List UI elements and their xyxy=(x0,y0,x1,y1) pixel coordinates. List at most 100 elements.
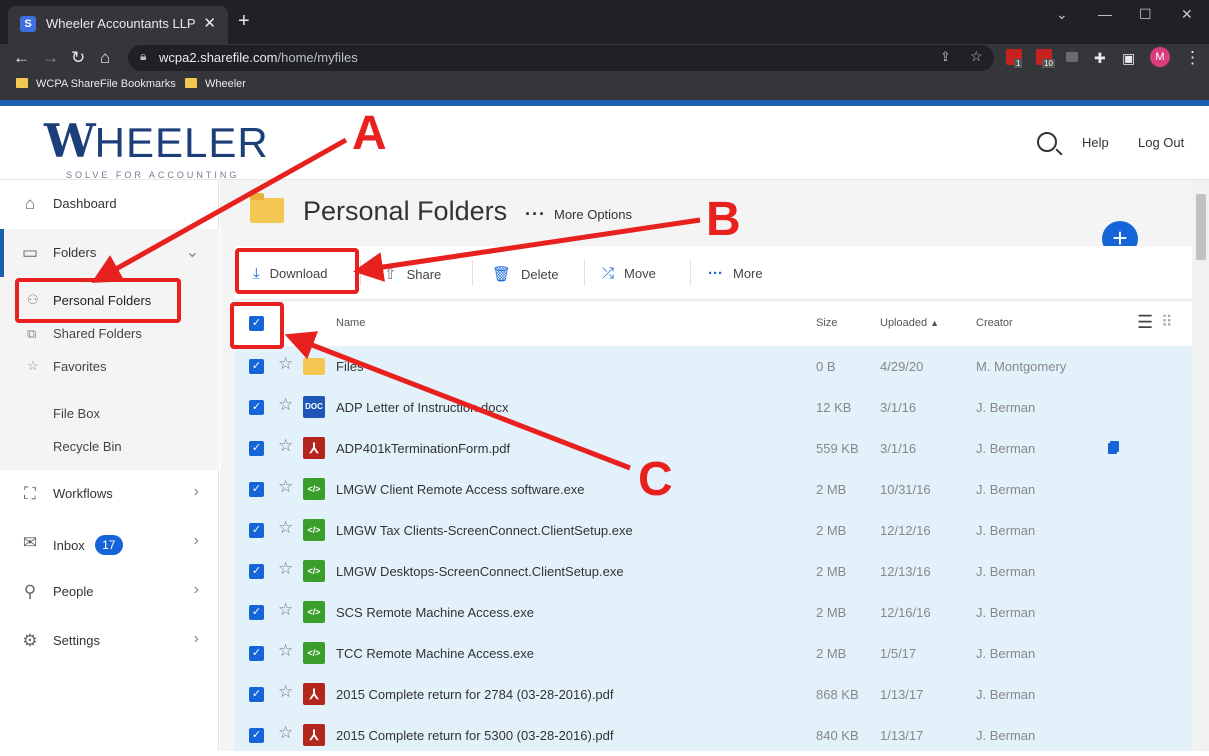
favorite-star-icon[interactable]: ☆ xyxy=(278,355,293,373)
file-name[interactable]: 2015 Complete return for 2784 (03-28-201… xyxy=(336,687,614,702)
favorite-star-icon[interactable]: ☆ xyxy=(278,601,293,619)
browser-tab[interactable]: S Wheeler Accountants LLP ✕ xyxy=(8,6,228,44)
favorite-star-icon[interactable]: ☆ xyxy=(278,642,293,660)
favorite-star-icon[interactable]: ☆ xyxy=(278,724,293,742)
bookmark-folder[interactable]: Wheeler xyxy=(185,78,246,90)
reload-icon[interactable]: ↻ xyxy=(71,47,85,69)
favorite-star-icon[interactable]: ☆ xyxy=(278,396,293,414)
bookmark-folder[interactable]: WCPA ShareFile Bookmarks xyxy=(16,78,176,90)
bookmark-star-icon[interactable]: ☆ xyxy=(970,48,983,65)
side-panel-icon[interactable]: ▣ xyxy=(1122,47,1135,69)
share-page-icon[interactable]: ⇪ xyxy=(940,49,951,65)
table-row[interactable]: ✓ ☆ ⅄ 2015 Complete return for 2784 (03-28-… xyxy=(235,674,1192,715)
file-name[interactable]: LMGW Client Remote Access software.exe xyxy=(336,482,585,497)
file-name[interactable]: SCS Remote Machine Access.exe xyxy=(336,605,534,620)
search-icon[interactable] xyxy=(1037,132,1057,152)
file-name[interactable]: TCC Remote Machine Access.exe xyxy=(336,646,534,661)
favorite-star-icon[interactable]: ☆ xyxy=(278,519,293,537)
row-checkbox[interactable]: ✓ xyxy=(249,687,264,702)
sidebar-item-recycle-bin[interactable]: Recycle Bin xyxy=(53,439,122,454)
favorite-star-icon[interactable]: ☆ xyxy=(278,560,293,578)
more-label: More xyxy=(733,266,763,281)
logout-link[interactable]: Log Out xyxy=(1138,135,1184,150)
file-name[interactable]: Files xyxy=(336,359,363,374)
row-checkbox[interactable]: ✓ xyxy=(249,728,264,743)
row-checkbox[interactable]: ✓ xyxy=(249,646,264,661)
company-logo[interactable]: WHEELER SOLVE FOR ACCOUNTING xyxy=(44,114,269,180)
window-close-icon[interactable]: ✕ xyxy=(1181,6,1193,23)
table-row[interactable]: ✓ ☆ ⅄ 2015 Complete return for 5300 (03-28-… xyxy=(235,715,1192,756)
sidebar-item-favorites[interactable]: Favorites xyxy=(53,359,106,374)
share-button[interactable]: ⇧ Share xyxy=(384,265,441,283)
sidebar-item-personal-folders[interactable]: Personal Folders xyxy=(53,293,151,308)
more-options-button[interactable]: ··· More Options xyxy=(525,204,632,225)
folder-icon xyxy=(303,358,325,375)
file-name[interactable]: LMGW Tax Clients-ScreenConnect.ClientSet… xyxy=(336,523,633,538)
browser-menu-icon[interactable]: ⋮ xyxy=(1184,47,1201,69)
url-input[interactable]: 🔒︎ wcpa2.sharefile.com/home/myfiles ⇪ ☆ xyxy=(128,45,994,71)
file-name[interactable]: ADP401kTerminationForm.pdf xyxy=(336,441,510,456)
file-name[interactable]: 2015 Complete return for 5300 (03-28-201… xyxy=(336,728,614,743)
maximize-icon[interactable]: ☐ xyxy=(1139,6,1152,23)
favorite-star-icon[interactable]: ☆ xyxy=(278,683,293,701)
sidebar-item-people[interactable]: ⚲ People › xyxy=(0,568,219,616)
table-row[interactable]: ✓ ☆ DOC ADP Letter of Instruction.docx 12 KB… xyxy=(235,387,1192,428)
row-checkbox[interactable]: ✓ xyxy=(249,400,264,415)
sidebar-item-dashboard[interactable]: ⌂ Dashboard xyxy=(0,180,219,228)
home-icon[interactable]: ⌂ xyxy=(100,47,110,69)
tab-search-icon[interactable]: ⌄ xyxy=(1056,6,1068,23)
row-checkbox[interactable]: ✓ xyxy=(249,564,264,579)
sidebar-item-label: Folders xyxy=(53,245,97,260)
row-checkbox[interactable]: ✓ xyxy=(249,605,264,620)
tab-close-icon[interactable]: ✕ xyxy=(203,14,216,32)
table-row[interactable]: ✓ ☆ Files 0 B 4/29/20 M. Montgomery xyxy=(235,346,1192,387)
file-name[interactable]: ADP Letter of Instruction.docx xyxy=(336,400,508,415)
more-button[interactable]: ··· More xyxy=(708,265,763,282)
sidebar-item-file-box[interactable]: File Box xyxy=(53,406,100,421)
column-header-uploaded[interactable]: Uploaded ▲ xyxy=(880,317,939,329)
extensions-puzzle-icon[interactable]: ✚ xyxy=(1094,47,1106,69)
sidebar-item-folders[interactable]: ▭ Folders ⌄ xyxy=(0,229,219,277)
help-link[interactable]: Help xyxy=(1082,135,1109,150)
download-button[interactable]: ⤓ Download xyxy=(253,265,327,282)
row-checkbox[interactable]: ✓ xyxy=(249,523,264,538)
table-row[interactable]: ✓ ☆ ⅄ ADP401kTerminationForm.pdf 559 KB 3/1/1… xyxy=(235,428,1192,469)
move-button[interactable]: ⤮ Move xyxy=(602,265,656,282)
chevron-down-icon[interactable]: ⌄ xyxy=(186,242,199,262)
copy-link-icon[interactable] xyxy=(1110,441,1119,452)
grid-view-icon[interactable]: ⠿ xyxy=(1161,312,1173,332)
exe-file-icon: </> xyxy=(303,519,325,541)
forward-icon[interactable]: → xyxy=(42,47,59,69)
favorite-star-icon[interactable]: ☆ xyxy=(278,478,293,496)
row-checkbox[interactable]: ✓ xyxy=(249,482,264,497)
table-row[interactable]: ✓ ☆ </> LMGW Client Remote Access software.… xyxy=(235,469,1192,510)
row-checkbox[interactable]: ✓ xyxy=(249,359,264,374)
file-name[interactable]: LMGW Desktops-ScreenConnect.ClientSetup.… xyxy=(336,564,624,579)
delete-button[interactable]: 🗑︎ Delete xyxy=(492,265,559,283)
select-all-checkbox[interactable]: ✓ xyxy=(249,316,264,331)
sharefile-favicon-icon: S xyxy=(20,16,36,32)
workflows-icon: ⛶ xyxy=(24,484,36,503)
scrollbar[interactable] xyxy=(1193,180,1209,751)
table-row[interactable]: ✓ ☆ </> LMGW Tax Clients-ScreenConnect.Clie… xyxy=(235,510,1192,551)
back-icon[interactable]: ← xyxy=(13,47,30,69)
table-row[interactable]: ✓ ☆ </> TCC Remote Machine Access.exe 2 MB 1/… xyxy=(235,633,1192,674)
sidebar-item-shared-folders[interactable]: Shared Folders xyxy=(53,326,142,341)
column-header-creator[interactable]: Creator xyxy=(976,317,1013,329)
minimize-icon[interactable]: — xyxy=(1098,6,1112,22)
new-tab-button[interactable]: + xyxy=(238,11,250,31)
scrollbar-thumb[interactable] xyxy=(1196,194,1206,260)
column-header-size[interactable]: Size xyxy=(816,317,837,329)
extension-icon[interactable] xyxy=(1066,52,1078,62)
home-icon: ⌂ xyxy=(24,194,36,213)
column-header-name[interactable]: Name xyxy=(336,317,365,329)
list-view-icon[interactable]: ☰ xyxy=(1137,312,1153,333)
table-row[interactable]: ✓ ☆ </> LMGW Desktops-ScreenConnect.ClientS… xyxy=(235,551,1192,592)
sidebar-item-workflows[interactable]: ⛶ Workflows › xyxy=(0,470,219,518)
profile-avatar[interactable]: M xyxy=(1150,47,1170,67)
row-checkbox[interactable]: ✓ xyxy=(249,441,264,456)
sidebar-item-settings[interactable]: ⚙ Settings › xyxy=(0,617,219,665)
favorite-star-icon[interactable]: ☆ xyxy=(278,437,293,455)
table-row[interactable]: ✓ ☆ </> SCS Remote Machine Access.exe 2 MB 12… xyxy=(235,592,1192,633)
sidebar-item-inbox[interactable]: ✉ Inbox 17 › xyxy=(0,519,219,567)
